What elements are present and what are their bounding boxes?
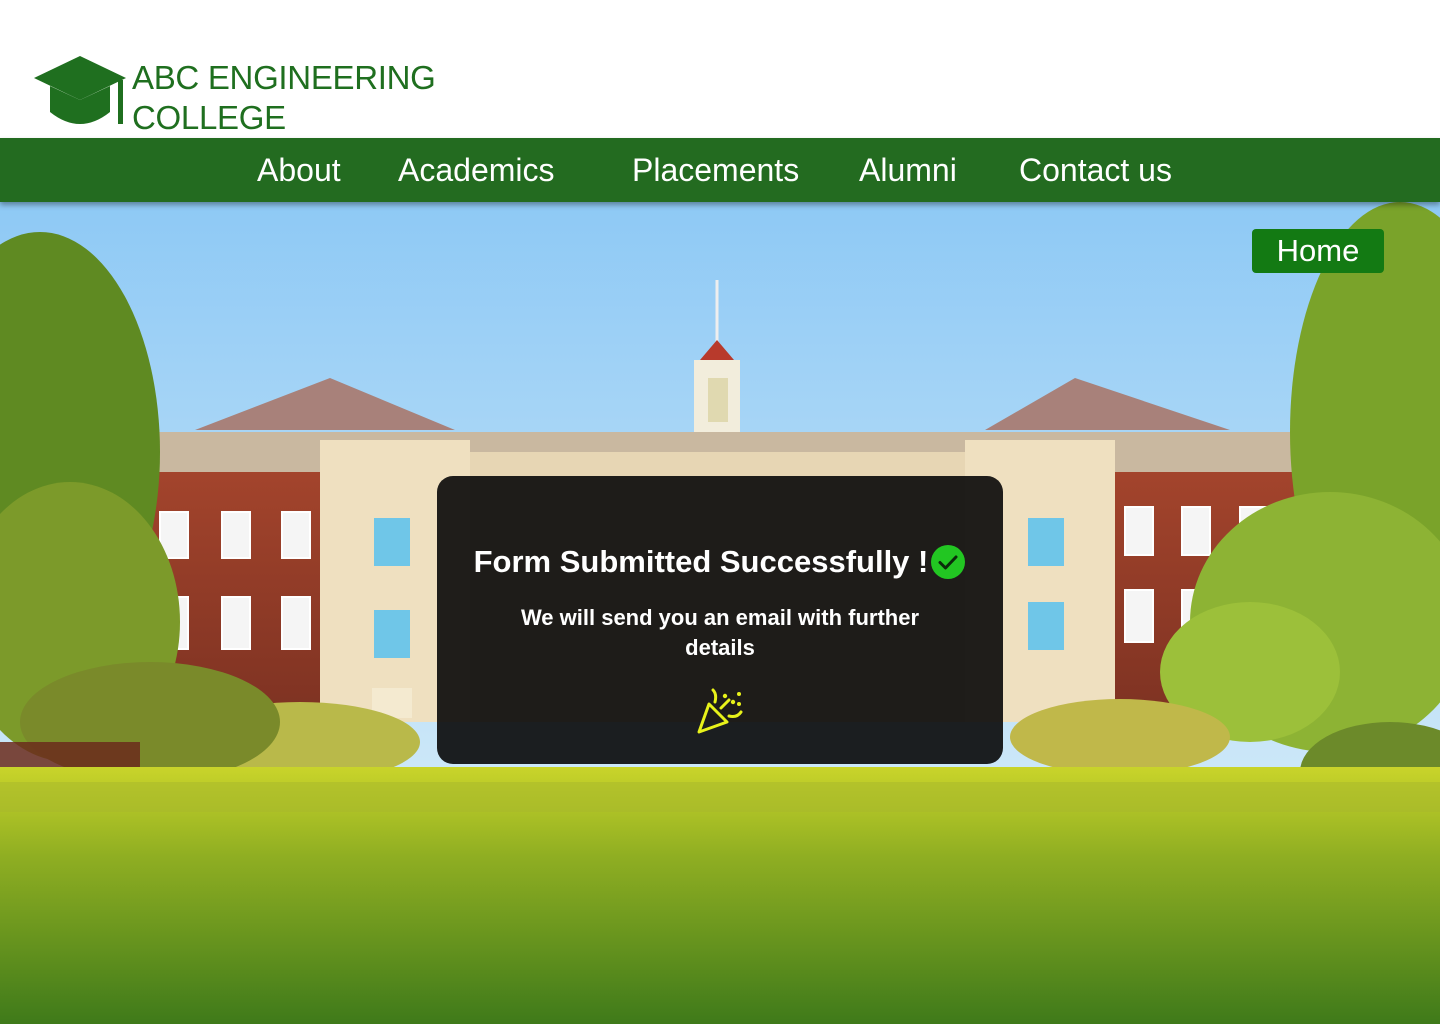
success-title-row: Form Submitted Successfully ! (437, 542, 1003, 582)
college-name[interactable]: ABC ENGINEERING COLLEGE (132, 58, 436, 138)
college-name-line-1: ABC ENGINEERING (132, 59, 436, 96)
graduation-cap-icon[interactable] (30, 54, 130, 130)
home-button[interactable]: Home (1252, 229, 1384, 273)
main-navigation: About Academics Placements Alumni Contac… (0, 138, 1440, 202)
nav-item-placements[interactable]: Placements (632, 138, 799, 202)
success-title: Form Submitted Successfully ! (473, 544, 929, 579)
success-dialog: Form Submitted Successfully ! We will se… (437, 476, 1003, 764)
nav-item-about[interactable]: About (257, 138, 341, 202)
success-message: We will send you an email with further d… (520, 605, 920, 660)
nav-item-alumni[interactable]: Alumni (859, 138, 957, 202)
party-popper-icon (697, 688, 743, 734)
college-name-line-2: COLLEGE (132, 99, 286, 136)
nav-item-contact-us[interactable]: Contact us (1019, 138, 1172, 202)
check-circle-icon (931, 545, 966, 579)
site-header: ABC ENGINEERING COLLEGE (0, 0, 1440, 138)
nav-item-academics[interactable]: Academics (398, 138, 555, 202)
